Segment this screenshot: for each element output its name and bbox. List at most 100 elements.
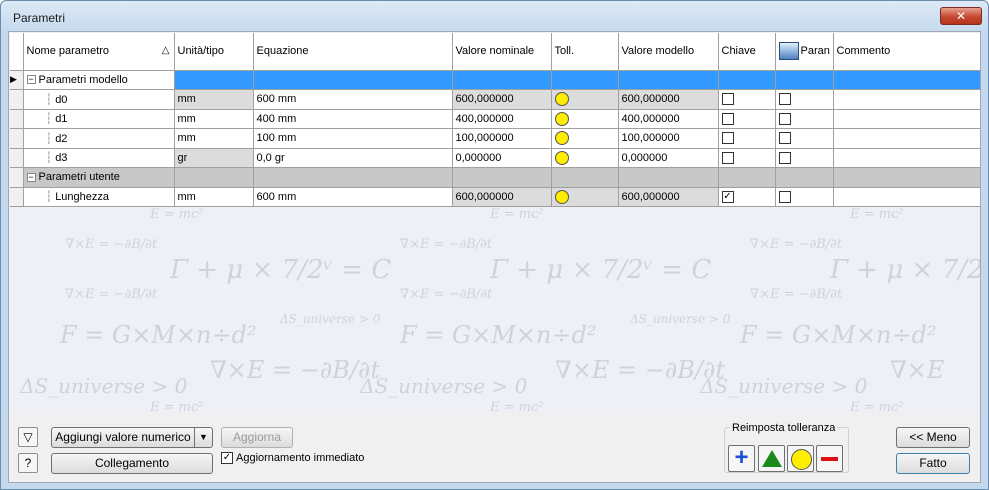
column-header-unit[interactable]: Unità/tipo [174, 33, 254, 71]
tolerance-nominal-icon[interactable] [554, 92, 569, 107]
row-selector[interactable] [10, 128, 24, 149]
param-tolerance[interactable] [551, 89, 619, 110]
param-export[interactable] [775, 148, 834, 168]
row-selector[interactable] [10, 187, 24, 207]
group-name-cell[interactable]: − Parametri utente [23, 167, 175, 188]
param-tolerance[interactable] [551, 148, 619, 168]
minus-icon[interactable] [816, 445, 843, 472]
group-row-user-params[interactable]: − Parametri utente [10, 167, 980, 188]
column-header-model-value[interactable]: Valore modello [618, 33, 719, 71]
param-name-cell[interactable]: ┆ d0 [23, 89, 175, 110]
column-header-name[interactable]: Nome parametro △ [23, 33, 175, 71]
param-name-cell[interactable]: ┆ d3 [23, 148, 175, 168]
export-checkbox[interactable] [778, 93, 791, 106]
export-checkbox[interactable] [778, 132, 791, 145]
row-selector[interactable] [10, 109, 24, 129]
column-header-comment[interactable]: Commento [833, 33, 980, 71]
row-selector[interactable] [10, 89, 24, 110]
tolerance-nominal-icon[interactable] [554, 150, 569, 165]
param-equation[interactable]: 600 mm [253, 187, 453, 207]
param-unit[interactable]: gr [174, 148, 254, 168]
param-unit[interactable]: mm [174, 128, 254, 149]
done-button[interactable]: Fatto [896, 453, 970, 474]
column-header-equation[interactable]: Equazione [253, 33, 453, 71]
param-name-cell[interactable]: ┆ d2 [23, 128, 175, 149]
immediate-update-option[interactable]: ✓ Aggiornamento immediato [221, 452, 364, 465]
close-button[interactable]: ✕ [940, 7, 982, 25]
param-tolerance[interactable] [551, 109, 619, 129]
param-equation[interactable]: 400 mm [253, 109, 453, 129]
param-unit[interactable]: mm [174, 187, 254, 207]
param-tolerance[interactable] [551, 128, 619, 149]
tolerance-nominal-icon[interactable] [554, 111, 569, 126]
param-comment[interactable] [833, 187, 980, 207]
filter-icon[interactable]: ▽ [18, 427, 38, 447]
param-export[interactable] [775, 89, 834, 110]
add-numeric-value-button[interactable]: Aggiungi valore numerico ▼ [51, 427, 213, 448]
row-selector[interactable] [10, 148, 24, 168]
key-checkbox[interactable] [721, 112, 734, 125]
param-tolerance[interactable] [551, 187, 619, 207]
collapse-icon[interactable]: − [26, 75, 36, 85]
param-equation[interactable]: 600 mm [253, 89, 453, 110]
column-header-key[interactable]: Chiave [718, 33, 776, 71]
param-comment[interactable] [833, 109, 980, 129]
param-name-cell[interactable]: ┆ Lunghezza [23, 187, 175, 207]
param-key[interactable]: ✓ [718, 187, 776, 207]
table-row[interactable]: ┆ d1 mm 400 mm 400,000000 400,000000 [10, 109, 980, 129]
param-key[interactable] [718, 128, 776, 149]
group-name-cell[interactable]: − Parametri modello [23, 70, 175, 90]
collapse-icon[interactable]: − [26, 172, 36, 182]
param-key[interactable] [718, 109, 776, 129]
param-name-cell[interactable]: ┆ d1 [23, 109, 175, 129]
table-row[interactable]: ┆ d0 mm 600 mm 600,000000 600,000000 [10, 89, 980, 110]
column-header-nominal[interactable]: Valore nominale [452, 33, 552, 71]
param-comment[interactable] [833, 128, 980, 149]
row-selector[interactable] [10, 167, 24, 188]
tree-branch: ┆ [45, 152, 53, 165]
less-button[interactable]: << Meno [896, 427, 970, 448]
key-checkbox[interactable] [721, 93, 734, 106]
column-header-export[interactable]: Paran [775, 33, 834, 71]
table-header-row: Nome parametro △ Unità/tipo Equazione Va… [10, 33, 980, 71]
svg-text:∇×E = −∂B/∂t: ∇×E = −∂B/∂t [210, 356, 380, 384]
circle-icon[interactable] [787, 445, 814, 472]
param-nominal: 600,000000 [452, 187, 552, 207]
export-checkbox[interactable] [778, 190, 791, 203]
param-comment[interactable] [833, 89, 980, 110]
row-selector-header [10, 33, 24, 71]
param-equation[interactable]: 0,0 gr [253, 148, 453, 168]
table-row[interactable]: ┆ Lunghezza mm 600 mm 600,000000 600,000… [10, 187, 980, 207]
param-unit[interactable]: mm [174, 89, 254, 110]
export-checkbox[interactable] [778, 151, 791, 164]
group-row-model-params[interactable]: ▶ − Parametri modello [10, 70, 980, 90]
column-header-tolerance[interactable]: Toll. [551, 33, 619, 71]
key-checkbox[interactable] [721, 151, 734, 164]
param-key[interactable] [718, 148, 776, 168]
param-comment[interactable] [833, 148, 980, 168]
tree-branch: ┆ [45, 113, 53, 126]
param-export[interactable] [775, 128, 834, 149]
group-cell [718, 167, 776, 188]
export-checkbox[interactable] [778, 112, 791, 125]
chevron-down-icon[interactable]: ▼ [194, 428, 212, 447]
key-checkbox[interactable]: ✓ [721, 190, 734, 203]
link-button[interactable]: Collegamento [51, 453, 213, 474]
tolerance-nominal-icon[interactable] [554, 189, 569, 204]
update-button[interactable]: Aggiorna [221, 427, 293, 448]
plus-icon[interactable]: + [728, 445, 755, 472]
tolerance-nominal-icon[interactable] [554, 131, 569, 146]
help-icon[interactable]: ? [18, 453, 38, 473]
table-row[interactable]: ┆ d2 mm 100 mm 100,000000 100,000000 [10, 128, 980, 149]
svg-text:ΔS_universe > 0: ΔS_universe > 0 [279, 312, 381, 326]
key-checkbox[interactable] [721, 132, 734, 145]
column-header-export-label: Paran [800, 45, 830, 58]
param-export[interactable] [775, 109, 834, 129]
triangle-icon[interactable] [758, 445, 785, 472]
param-equation[interactable]: 100 mm [253, 128, 453, 149]
table-row[interactable]: ┆ d3 gr 0,0 gr 0,000000 0,000000 [10, 148, 980, 168]
immediate-update-checkbox[interactable]: ✓ [221, 452, 233, 465]
param-unit[interactable]: mm [174, 109, 254, 129]
param-export[interactable] [775, 187, 834, 207]
param-key[interactable] [718, 89, 776, 110]
